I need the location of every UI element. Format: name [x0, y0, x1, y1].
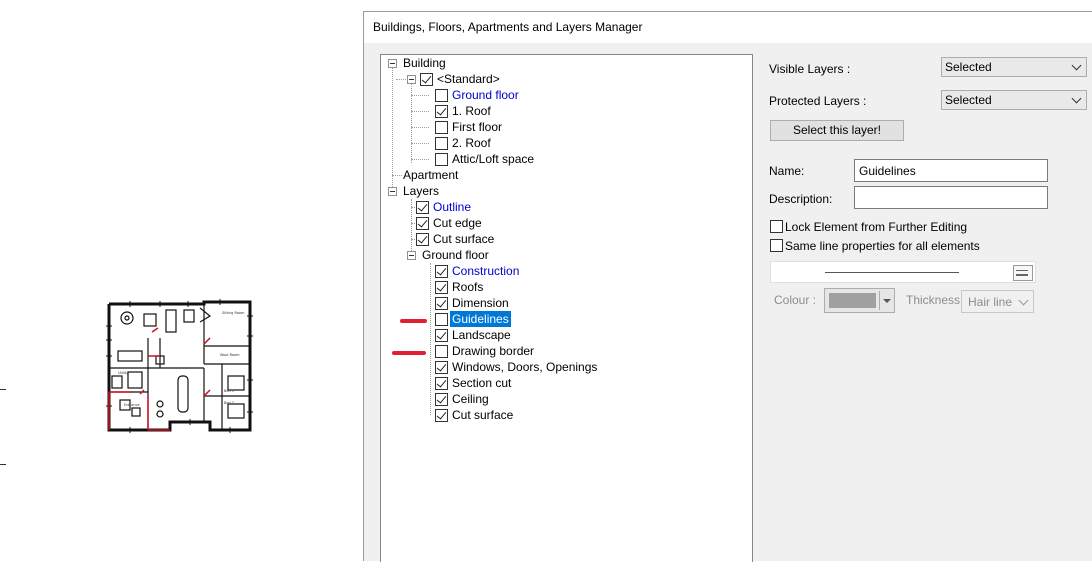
tree-node-label: Windows, Doors, Openings — [452, 360, 598, 374]
visibility-checkbox[interactable] — [416, 233, 429, 246]
visibility-checkbox[interactable] — [435, 89, 448, 102]
name-value: Guidelines — [859, 164, 916, 178]
drawing-canvas[interactable]: Sitting Room Wool Room Bed 1 Bed 2 Utili… — [0, 0, 363, 560]
lock-element-checkbox[interactable] — [770, 220, 783, 233]
room-label: Wool Room — [220, 353, 240, 357]
tree-view[interactable]: Building <Standard> Ground floor 1. Roof… — [380, 54, 753, 562]
visible-layers-value: Selected — [945, 60, 992, 74]
room-label: Sitting Room — [222, 311, 245, 315]
tree-node-label: 1. Roof — [452, 104, 491, 118]
collapse-toggle[interactable] — [388, 59, 397, 68]
lock-element-label: Lock Element from Further Editing — [785, 220, 968, 234]
description-field[interactable] — [854, 186, 1048, 209]
tree-line — [411, 143, 429, 144]
visibility-checkbox[interactable] — [435, 345, 448, 358]
visibility-checkbox[interactable] — [435, 105, 448, 118]
visible-layers-label: Visible Layers : — [769, 62, 851, 76]
line-sample — [825, 272, 959, 273]
tree-node-label: Drawing border — [452, 344, 535, 358]
colour-dropdown[interactable] — [824, 288, 895, 313]
room-label: Bed 1 — [224, 389, 234, 393]
tree-line — [392, 67, 393, 187]
visibility-checkbox[interactable] — [416, 217, 429, 230]
visibility-checkbox[interactable] — [435, 137, 448, 150]
visibility-checkbox[interactable] — [435, 393, 448, 406]
canvas-tick — [0, 389, 6, 390]
tree-node-label: Cut surface — [452, 408, 514, 422]
tree-node-label: Layers — [403, 184, 440, 198]
tree-line — [411, 111, 429, 112]
thickness-dropdown[interactable]: Hair line — [961, 290, 1034, 313]
name-label: Name: — [769, 164, 805, 178]
select-layer-button[interactable]: Select this layer! — [770, 120, 904, 141]
line-preview — [770, 261, 1036, 283]
room-label: Utility — [118, 371, 128, 375]
visibility-checkbox[interactable] — [435, 409, 448, 422]
tree-node-label: Apartment — [403, 168, 459, 182]
tree-node-label: Building — [403, 56, 446, 70]
collapse-toggle[interactable] — [407, 251, 416, 260]
tree-line — [396, 79, 406, 80]
tree-node-label: Roofs — [452, 280, 484, 294]
thickness-value: Hair line — [968, 295, 1013, 309]
tree-node-label: Dimension — [452, 296, 509, 310]
visibility-checkbox[interactable] — [435, 121, 448, 134]
visibility-checkbox[interactable] — [435, 361, 448, 374]
room-label: Bed 2 — [224, 401, 234, 405]
tree-line — [430, 263, 431, 415]
protected-layers-label: Protected Layers : — [769, 94, 867, 108]
protected-layers-dropdown[interactable]: Selected — [941, 90, 1087, 110]
annotation-mark — [392, 351, 426, 355]
collapse-toggle[interactable] — [407, 75, 416, 84]
description-label: Description: — [769, 192, 833, 206]
tree-node-label: Landscape — [452, 328, 511, 342]
visibility-checkbox[interactable] — [435, 297, 448, 310]
thickness-label: Thickness: — [906, 293, 964, 307]
tree-node-label: Construction — [452, 264, 520, 278]
visibility-checkbox[interactable] — [435, 329, 448, 342]
tree-node-label: Cut surface — [433, 232, 495, 246]
dialog-title: Buildings, Floors, Apartments and Layers… — [373, 20, 643, 34]
visibility-checkbox[interactable] — [435, 153, 448, 166]
protected-layers-value: Selected — [945, 93, 992, 107]
same-line-label: Same line properties for all elements — [785, 239, 980, 253]
line-style-icon — [1013, 265, 1033, 281]
tree-line — [411, 127, 429, 128]
chevron-down-icon — [1071, 93, 1082, 104]
collapse-toggle[interactable] — [388, 187, 397, 196]
visibility-checkbox[interactable] — [435, 281, 448, 294]
tree-node-label: <Standard> — [437, 72, 500, 86]
chevron-down-icon — [1018, 295, 1029, 306]
tree-node-label: Outline — [433, 200, 472, 214]
layers-manager-dialog: Buildings, Floors, Apartments and Layers… — [363, 11, 1092, 562]
canvas-tick — [0, 464, 6, 465]
colour-label: Colour : — [774, 293, 817, 307]
tree-node-label: Section cut — [452, 376, 512, 390]
visible-layers-dropdown[interactable]: Selected — [941, 57, 1087, 77]
same-line-checkbox[interactable] — [770, 239, 783, 252]
tree-node-label: Attic/Loft space — [452, 152, 535, 166]
tree-node-label: 2. Roof — [452, 136, 491, 150]
colour-swatch — [829, 293, 876, 308]
room-label: Entrance — [124, 403, 140, 407]
tree-node-label: Ground floor — [452, 88, 519, 102]
chevron-down-icon — [883, 299, 891, 303]
tree-node-label: Cut edge — [433, 216, 482, 230]
tree-node-label: Guidelines — [450, 311, 511, 327]
visibility-checkbox[interactable] — [435, 313, 448, 326]
tree-node-label: Ground floor — [422, 248, 489, 262]
name-field[interactable]: Guidelines — [854, 159, 1048, 182]
chevron-down-icon — [1071, 60, 1082, 71]
tree-node-label: Ceiling — [452, 392, 489, 406]
visibility-checkbox[interactable] — [420, 73, 433, 86]
visibility-checkbox[interactable] — [435, 377, 448, 390]
visibility-checkbox[interactable] — [416, 201, 429, 214]
tree-node-label: First floor — [452, 120, 503, 134]
annotation-mark — [400, 319, 427, 323]
dialog-title-bar[interactable]: Buildings, Floors, Apartments and Layers… — [364, 12, 1092, 43]
tree-line — [411, 159, 429, 160]
tree-line — [411, 95, 429, 96]
visibility-checkbox[interactable] — [435, 265, 448, 278]
floor-plan-drawing: Sitting Room Wool Room Bed 1 Bed 2 Utili… — [106, 299, 253, 433]
